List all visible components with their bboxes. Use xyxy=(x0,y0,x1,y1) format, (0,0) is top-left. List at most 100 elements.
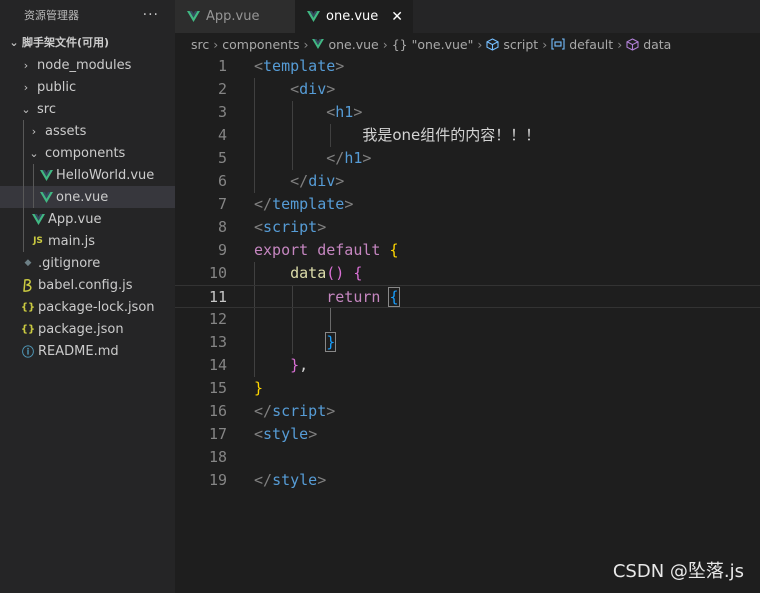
code-line: 6 </div> xyxy=(175,170,760,193)
line-number: 2 xyxy=(217,80,227,98)
breadcrumb-default-label: default xyxy=(569,36,614,52)
breadcrumb-file[interactable]: one.vue xyxy=(312,36,379,52)
code-line: 10 data() { xyxy=(175,262,760,285)
breadcrumb-separator: › xyxy=(213,36,219,52)
tree-item-src[interactable]: ⌄ src xyxy=(0,98,175,120)
tree-item-project-root[interactable]: ⌄ 脚手架文件(可用) xyxy=(0,30,175,54)
line-number: 13 xyxy=(208,333,227,351)
breadcrumb-default[interactable]: default xyxy=(551,37,613,52)
tree-item-label: one.vue xyxy=(56,189,109,205)
code-text: data() { xyxy=(290,264,363,282)
code-text: </h1> xyxy=(326,149,372,167)
close-icon[interactable]: ✕ xyxy=(391,9,403,25)
breadcrumb-separator: › xyxy=(382,36,388,52)
code-text: <div> xyxy=(290,80,336,98)
tree-item-gitignore[interactable]: ◆ .gitignore xyxy=(0,252,175,274)
indent-guide xyxy=(23,230,24,252)
explorer-header: 资源管理器 ··· xyxy=(0,0,175,30)
tree-item-node-modules[interactable]: › node_modules xyxy=(0,54,175,76)
line-number: 16 xyxy=(208,402,227,420)
tree-item-main-js[interactable]: JS main.js xyxy=(0,230,175,252)
tab-one-vue[interactable]: one.vue ✕ xyxy=(295,0,413,33)
indent-guide xyxy=(33,186,34,208)
tree-item-helloworld-vue[interactable]: HelloWorld.vue xyxy=(0,164,175,186)
tree-item-label: README.md xyxy=(38,343,119,359)
tree-item-label: .gitignore xyxy=(38,255,101,271)
line-number: 10 xyxy=(208,264,227,282)
code-text: <template> xyxy=(254,57,345,75)
h1-text-content: 我是one组件的内容！！！ xyxy=(362,126,541,144)
tree-item-readme[interactable]: ⓘ README.md xyxy=(0,340,175,362)
js-file-icon: JS xyxy=(33,236,43,246)
tree-item-label: package-lock.json xyxy=(38,299,155,315)
vue-file-icon xyxy=(187,11,200,22)
tree-item-public[interactable]: › public xyxy=(0,76,175,98)
line-number: 1 xyxy=(217,57,227,75)
breadcrumb-components[interactable]: components xyxy=(222,37,299,52)
tree-item-label: components xyxy=(45,145,126,161)
breadcrumb-script[interactable]: script xyxy=(486,37,538,52)
breadcrumb-src[interactable]: src xyxy=(191,37,209,52)
indent-guide xyxy=(23,164,24,186)
git-file-icon: ◆ xyxy=(24,258,32,268)
code-line: 18 xyxy=(175,446,760,469)
breadcrumb: src › components › one.vue › {} "one.vue… xyxy=(175,33,760,55)
tree-item-label: assets xyxy=(45,123,87,139)
tree-item-package-json[interactable]: {} package.json xyxy=(0,318,175,340)
tree-item-label: App.vue xyxy=(48,211,102,227)
tree-item-babel-config[interactable]: babel.config.js xyxy=(0,274,175,296)
chevron-down-icon: ⌄ xyxy=(21,102,31,116)
tree-item-label: public xyxy=(37,79,77,95)
line-number: 7 xyxy=(217,195,227,213)
tree-item-app-vue[interactable]: App.vue xyxy=(0,208,175,230)
chevron-down-icon: ⌄ xyxy=(9,35,19,49)
line-number: 4 xyxy=(217,126,227,144)
tree-item-label: node_modules xyxy=(37,57,132,73)
line-number: 6 xyxy=(217,172,227,190)
line-number: 12 xyxy=(208,310,227,328)
tree-item-one-vue[interactable]: one.vue xyxy=(0,186,175,208)
explorer-title: 资源管理器 xyxy=(24,9,79,22)
code-line: 16 </script> xyxy=(175,400,760,423)
tab-app-vue[interactable]: App.vue xyxy=(175,0,295,33)
line-number: 14 xyxy=(208,356,227,374)
indent-guide xyxy=(23,142,24,164)
line-number: 11 xyxy=(208,288,227,306)
code-text: } xyxy=(254,379,264,397)
code-line: 19 </style> xyxy=(175,469,760,492)
code-text: </script> xyxy=(254,402,336,420)
line-number: 5 xyxy=(217,149,227,167)
tree-item-label: 脚手架文件(可用) xyxy=(22,36,110,49)
watermark: CSDN @坠落.js xyxy=(612,561,744,582)
code-line-current: 11 return { xyxy=(175,285,760,308)
tree-item-label: src xyxy=(37,101,56,117)
code-line: 13 } xyxy=(175,331,760,354)
vue-file-icon xyxy=(38,169,54,181)
more-actions-icon[interactable]: ··· xyxy=(143,7,159,23)
indent-guide xyxy=(23,186,24,208)
code-text: </template> xyxy=(254,195,354,213)
breadcrumb-data-label: data xyxy=(643,36,672,52)
babel-file-icon xyxy=(20,278,36,292)
code-editor[interactable]: 1 <template> 2 <div> 3 <h1> 4 我是one组件的内容… xyxy=(175,55,760,593)
code-line: 15 } xyxy=(175,377,760,400)
tree-item-label: package.json xyxy=(38,321,124,337)
breadcrumb-data[interactable]: data xyxy=(626,37,671,52)
code-text: <style> xyxy=(254,425,318,443)
chevron-down-icon: ⌄ xyxy=(29,146,39,160)
tree-item-assets[interactable]: › assets xyxy=(0,120,175,142)
code-text: <h1> xyxy=(326,103,363,121)
line-number: 18 xyxy=(208,448,227,466)
info-file-icon: ⓘ xyxy=(21,344,34,359)
chevron-right-icon: › xyxy=(23,80,29,94)
breadcrumb-module[interactable]: {} "one.vue" xyxy=(392,37,474,52)
tree-item-components[interactable]: ⌄ components xyxy=(0,142,175,164)
code-text: 我是one组件的内容！！！ xyxy=(254,124,540,147)
breadcrumb-file-label: one.vue xyxy=(328,36,379,52)
editor-tabbar: App.vue one.vue ✕ xyxy=(175,0,760,33)
tree-item-label: babel.config.js xyxy=(38,277,133,293)
tree-item-package-lock[interactable]: {} package-lock.json xyxy=(0,296,175,318)
line-number: 15 xyxy=(208,379,227,397)
json-file-icon: {} xyxy=(20,323,36,335)
tree-item-label: main.js xyxy=(48,233,95,249)
